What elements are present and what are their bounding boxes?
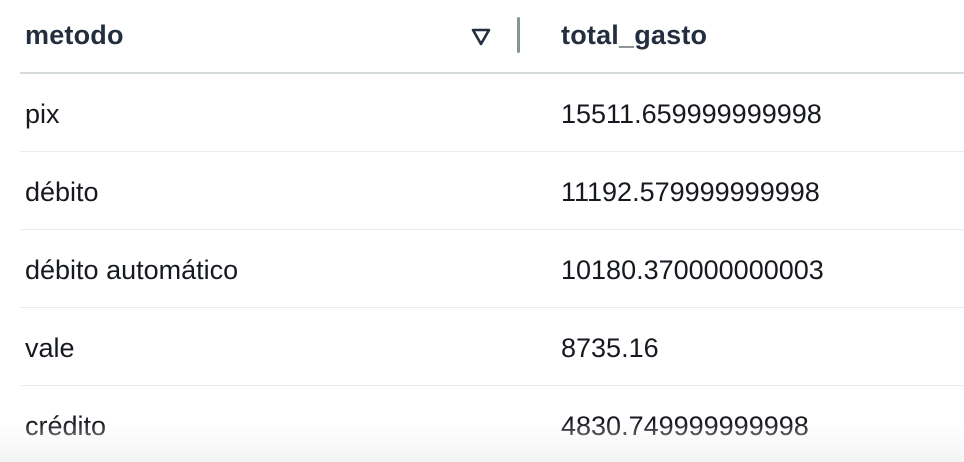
column-header-total-gasto[interactable]: total_gasto [561, 20, 707, 51]
cell-total-gasto: 8735.16 [561, 333, 659, 363]
cell-total-gasto: 11192.579999999998 [561, 177, 820, 207]
table-row[interactable]: pix 15511.659999999998 [20, 74, 964, 152]
cell-metodo: vale [25, 333, 75, 363]
cell-total-gasto: 15511.659999999998 [561, 99, 822, 129]
results-table: metodo total_gasto pix 15511.65999999999… [0, 0, 964, 462]
cell-metodo: crédito [25, 411, 107, 441]
cell-metodo: débito automático [25, 255, 239, 285]
table-row[interactable]: crédito 4830.749999999998 [20, 386, 964, 462]
table-header: metodo total_gasto [20, 0, 964, 74]
table-row[interactable]: débito automático 10180.370000000003 [20, 230, 964, 308]
cell-total-gasto: 10180.370000000003 [561, 255, 824, 285]
column-header-metodo[interactable]: metodo [25, 20, 124, 51]
cell-metodo: débito [25, 177, 99, 207]
cell-metodo: pix [25, 99, 60, 129]
table-row[interactable]: débito 11192.579999999998 [20, 152, 964, 230]
table-row[interactable]: vale 8735.16 [20, 308, 964, 386]
sort-descending-icon[interactable] [470, 26, 492, 48]
cell-total-gasto: 4830.749999999998 [561, 411, 809, 441]
column-resize-handle[interactable] [517, 17, 520, 53]
